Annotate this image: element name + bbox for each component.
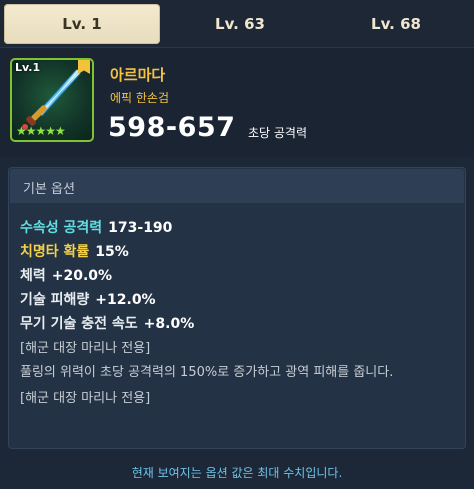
stat-value: +20.0%	[51, 268, 113, 284]
option-description: [해군 대장 마리나 전용]	[20, 391, 151, 406]
item-grade: 에픽 한손검	[110, 91, 170, 105]
options-panel: 기본 옵션 수속성 공격력 173-190 치명타 확률 15% 체력 +20.0% …	[8, 167, 466, 449]
attack-range: 598-657	[108, 112, 236, 143]
item-level-badge: Lv.1	[15, 61, 41, 74]
tab-lv-63[interactable]: Lv. 63	[162, 4, 318, 44]
attack-label: 초당 공격력	[248, 126, 308, 140]
stat-label: 기술 피해량	[20, 292, 90, 308]
stat-label: 치명타 확률	[20, 244, 90, 260]
stat-value: +8.0%	[143, 316, 195, 332]
item-icon-frame[interactable]: Lv.1 ★★★★★	[10, 58, 94, 142]
stat-row: 체력 +20.0%	[20, 264, 457, 288]
option-description: 풀링의 위력이 초당 공격력의 150%로 증가하고 광역 피해를 줍니다.	[20, 365, 394, 380]
stat-row: 수속성 공격력 173-190	[20, 216, 457, 240]
stat-value: 173-190	[108, 220, 173, 236]
stat-value: +12.0%	[95, 292, 156, 308]
stat-label: 수속성 공격력	[20, 220, 103, 236]
star-rating: ★★★★★	[16, 124, 66, 138]
options-title: 기본 옵션	[23, 182, 75, 197]
stat-row: 기술 피해량 +12.0%	[20, 288, 457, 312]
footer-note: 현재 보여지는 옵션 값은 최대 수치입니다.	[131, 465, 343, 480]
item-name: 아르마다	[110, 66, 166, 84]
stat-row: 치명타 확률 15%	[20, 240, 457, 264]
stat-label: 무기 기술 충전 속도	[20, 316, 138, 332]
stat-value: 15%	[95, 244, 129, 260]
stat-label: 체력	[20, 268, 46, 284]
stat-row: 무기 기술 충전 속도 +8.0%	[20, 312, 457, 336]
options-list: 수속성 공격력 173-190 치명타 확률 15% 체력 +20.0% 기술 피해량…	[20, 216, 457, 410]
tab-lv-1[interactable]: Lv. 1	[4, 4, 160, 44]
level-tabs: Lv. 1 Lv. 63 Lv. 68	[0, 0, 474, 48]
options-title-bar: 기본 옵션	[10, 169, 464, 203]
option-description: [해군 대장 마리나 전용]	[20, 341, 151, 356]
tab-lv-68[interactable]: Lv. 68	[318, 4, 474, 44]
